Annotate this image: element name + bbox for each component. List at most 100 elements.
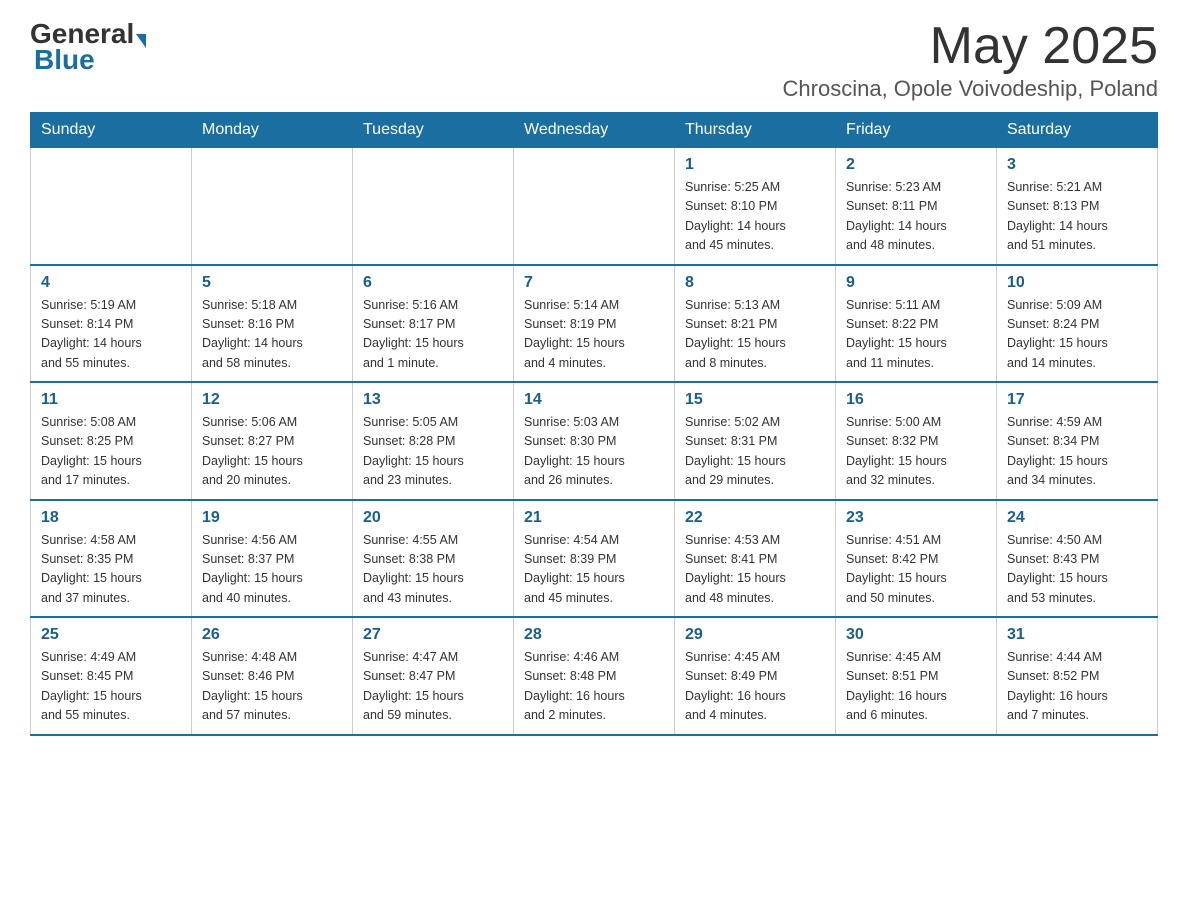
day-info: Sunrise: 5:05 AM Sunset: 8:28 PM Dayligh…: [363, 413, 503, 491]
day-info: Sunrise: 4:53 AM Sunset: 8:41 PM Dayligh…: [685, 531, 825, 609]
day-info: Sunrise: 5:25 AM Sunset: 8:10 PM Dayligh…: [685, 178, 825, 256]
calendar-day-23: 23 Sunrise: 4:51 AM Sunset: 8:42 PM Dayli…: [836, 500, 997, 618]
calendar-day-3: 3 Sunrise: 5:21 AM Sunset: 8:13 PM Daylig…: [997, 148, 1158, 265]
column-header-tuesday: Tuesday: [353, 113, 514, 148]
day-number: 18: [41, 509, 181, 527]
calendar-day-31: 31 Sunrise: 4:44 AM Sunset: 8:52 PM Dayli…: [997, 617, 1158, 735]
day-info: Sunrise: 5:14 AM Sunset: 8:19 PM Dayligh…: [524, 296, 664, 374]
calendar-day-9: 9Sunrise: 5:11 AM Sunset: 8:22 PM Daylig…: [836, 265, 997, 383]
day-info: Sunrise: 5:16 AM Sunset: 8:17 PM Dayligh…: [363, 296, 503, 374]
calendar-day-empty: [192, 148, 353, 265]
day-info: Sunrise: 4:45 AM Sunset: 8:49 PM Dayligh…: [685, 648, 825, 726]
day-number: 16: [846, 391, 986, 409]
day-info: Sunrise: 4:47 AM Sunset: 8:47 PM Dayligh…: [363, 648, 503, 726]
day-number: 3: [1007, 156, 1147, 174]
day-number: 2: [846, 156, 986, 174]
day-number: 27: [363, 626, 503, 644]
day-number: 24: [1007, 509, 1147, 527]
day-info: Sunrise: 5:03 AM Sunset: 8:30 PM Dayligh…: [524, 413, 664, 491]
calendar-day-29: 29 Sunrise: 4:45 AM Sunset: 8:49 PM Dayli…: [675, 617, 836, 735]
calendar-day-19: 19Sunrise: 4:56 AM Sunset: 8:37 PM Dayli…: [192, 500, 353, 618]
day-number: 28: [524, 626, 664, 644]
day-info: Sunrise: 4:51 AM Sunset: 8:42 PM Dayligh…: [846, 531, 986, 609]
calendar-day-14: 14 Sunrise: 5:03 AM Sunset: 8:30 PM Dayli…: [514, 382, 675, 500]
calendar-day-20: 20Sunrise: 4:55 AM Sunset: 8:38 PM Dayli…: [353, 500, 514, 618]
calendar-day-8: 8 Sunrise: 5:13 AM Sunset: 8:21 PM Daylig…: [675, 265, 836, 383]
column-header-sunday: Sunday: [31, 113, 192, 148]
calendar-day-15: 15 Sunrise: 5:02 AM Sunset: 8:31 PM Dayli…: [675, 382, 836, 500]
day-info: Sunrise: 4:46 AM Sunset: 8:48 PM Dayligh…: [524, 648, 664, 726]
calendar-day-4: 4 Sunrise: 5:19 AM Sunset: 8:14 PM Daylig…: [31, 265, 192, 383]
day-info: Sunrise: 5:23 AM Sunset: 8:11 PM Dayligh…: [846, 178, 986, 256]
day-info: Sunrise: 4:44 AM Sunset: 8:52 PM Dayligh…: [1007, 648, 1147, 726]
column-header-monday: Monday: [192, 113, 353, 148]
column-header-thursday: Thursday: [675, 113, 836, 148]
day-number: 11: [41, 391, 181, 409]
calendar-week-row: 1 Sunrise: 5:25 AM Sunset: 8:10 PM Daylig…: [31, 148, 1158, 265]
day-info: Sunrise: 5:11 AM Sunset: 8:22 PM Dayligh…: [846, 296, 986, 374]
calendar-day-1: 1 Sunrise: 5:25 AM Sunset: 8:10 PM Daylig…: [675, 148, 836, 265]
day-number: 21: [524, 509, 664, 527]
day-number: 1: [685, 156, 825, 174]
day-info: Sunrise: 5:00 AM Sunset: 8:32 PM Dayligh…: [846, 413, 986, 491]
day-number: 6: [363, 274, 503, 292]
column-header-wednesday: Wednesday: [514, 113, 675, 148]
calendar-day-28: 28 Sunrise: 4:46 AM Sunset: 8:48 PM Dayli…: [514, 617, 675, 735]
day-number: 29: [685, 626, 825, 644]
day-number: 7: [524, 274, 664, 292]
day-number: 12: [202, 391, 342, 409]
calendar-day-25: 25Sunrise: 4:49 AM Sunset: 8:45 PM Dayli…: [31, 617, 192, 735]
calendar-day-27: 27 Sunrise: 4:47 AM Sunset: 8:47 PM Dayli…: [353, 617, 514, 735]
day-number: 15: [685, 391, 825, 409]
day-info: Sunrise: 5:06 AM Sunset: 8:27 PM Dayligh…: [202, 413, 342, 491]
calendar-day-22: 22 Sunrise: 4:53 AM Sunset: 8:41 PM Dayli…: [675, 500, 836, 618]
calendar-day-11: 11Sunrise: 5:08 AM Sunset: 8:25 PM Dayli…: [31, 382, 192, 500]
day-info: Sunrise: 4:45 AM Sunset: 8:51 PM Dayligh…: [846, 648, 986, 726]
day-info: Sunrise: 5:18 AM Sunset: 8:16 PM Dayligh…: [202, 296, 342, 374]
logo: General Blue: [30, 20, 146, 74]
month-title: May 2025: [783, 20, 1158, 72]
day-info: Sunrise: 5:13 AM Sunset: 8:21 PM Dayligh…: [685, 296, 825, 374]
calendar-day-empty: [514, 148, 675, 265]
day-info: Sunrise: 4:54 AM Sunset: 8:39 PM Dayligh…: [524, 531, 664, 609]
calendar-day-12: 12 Sunrise: 5:06 AM Sunset: 8:27 PM Dayli…: [192, 382, 353, 500]
calendar-week-row: 4 Sunrise: 5:19 AM Sunset: 8:14 PM Daylig…: [31, 265, 1158, 383]
day-number: 22: [685, 509, 825, 527]
day-number: 17: [1007, 391, 1147, 409]
calendar-day-21: 21 Sunrise: 4:54 AM Sunset: 8:39 PM Dayli…: [514, 500, 675, 618]
day-number: 23: [846, 509, 986, 527]
logo-arrow-icon: [136, 34, 146, 48]
calendar-day-16: 16 Sunrise: 5:00 AM Sunset: 8:32 PM Dayli…: [836, 382, 997, 500]
calendar-day-13: 13 Sunrise: 5:05 AM Sunset: 8:28 PM Dayli…: [353, 382, 514, 500]
day-number: 25: [41, 626, 181, 644]
calendar-day-30: 30 Sunrise: 4:45 AM Sunset: 8:51 PM Dayli…: [836, 617, 997, 735]
day-info: Sunrise: 4:50 AM Sunset: 8:43 PM Dayligh…: [1007, 531, 1147, 609]
day-info: Sunrise: 5:21 AM Sunset: 8:13 PM Dayligh…: [1007, 178, 1147, 256]
calendar-day-6: 6 Sunrise: 5:16 AM Sunset: 8:17 PM Daylig…: [353, 265, 514, 383]
calendar-week-row: 25Sunrise: 4:49 AM Sunset: 8:45 PM Dayli…: [31, 617, 1158, 735]
calendar-day-18: 18Sunrise: 4:58 AM Sunset: 8:35 PM Dayli…: [31, 500, 192, 618]
calendar-day-empty: [353, 148, 514, 265]
day-info: Sunrise: 5:02 AM Sunset: 8:31 PM Dayligh…: [685, 413, 825, 491]
calendar-day-5: 5 Sunrise: 5:18 AM Sunset: 8:16 PM Daylig…: [192, 265, 353, 383]
day-number: 30: [846, 626, 986, 644]
day-number: 5: [202, 274, 342, 292]
page-header: General Blue May 2025 Chroscina, Opole V…: [30, 20, 1158, 102]
calendar-day-26: 26Sunrise: 4:48 AM Sunset: 8:46 PM Dayli…: [192, 617, 353, 735]
calendar-header-row: SundayMondayTuesdayWednesdayThursdayFrid…: [31, 113, 1158, 148]
day-number: 8: [685, 274, 825, 292]
calendar-day-10: 10Sunrise: 5:09 AM Sunset: 8:24 PM Dayli…: [997, 265, 1158, 383]
calendar-day-17: 17Sunrise: 4:59 AM Sunset: 8:34 PM Dayli…: [997, 382, 1158, 500]
day-number: 4: [41, 274, 181, 292]
title-area: May 2025 Chroscina, Opole Voivodeship, P…: [783, 20, 1158, 102]
day-number: 14: [524, 391, 664, 409]
calendar-day-7: 7 Sunrise: 5:14 AM Sunset: 8:19 PM Daylig…: [514, 265, 675, 383]
day-number: 10: [1007, 274, 1147, 292]
column-header-friday: Friday: [836, 113, 997, 148]
day-number: 31: [1007, 626, 1147, 644]
day-number: 13: [363, 391, 503, 409]
day-info: Sunrise: 5:19 AM Sunset: 8:14 PM Dayligh…: [41, 296, 181, 374]
calendar-week-row: 11Sunrise: 5:08 AM Sunset: 8:25 PM Dayli…: [31, 382, 1158, 500]
day-number: 19: [202, 509, 342, 527]
logo-blue-text: Blue: [34, 46, 95, 74]
